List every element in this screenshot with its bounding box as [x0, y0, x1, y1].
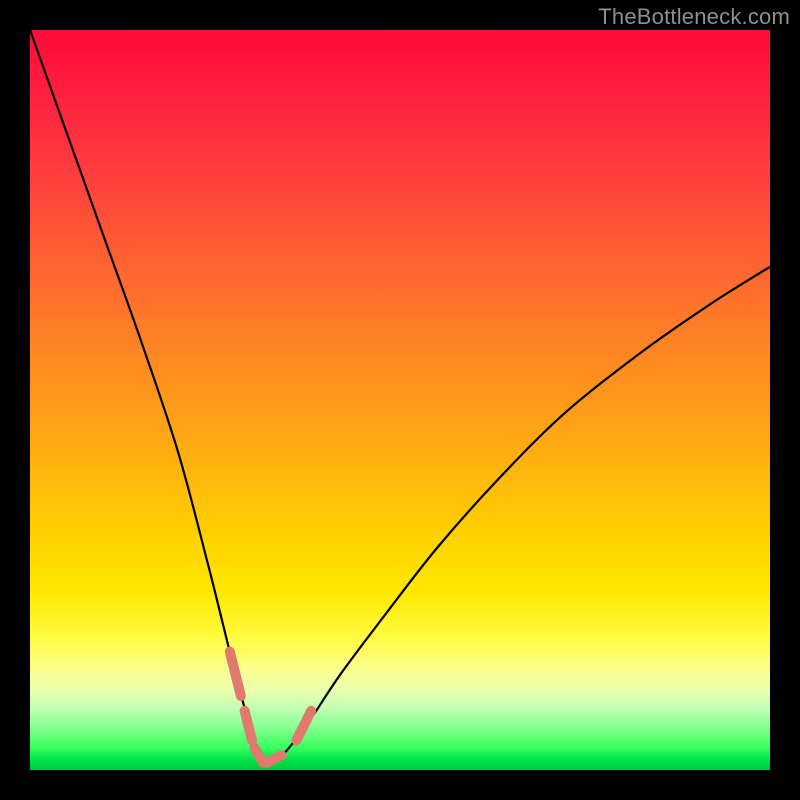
- watermark-text: TheBottleneck.com: [598, 4, 790, 30]
- plot-area: [30, 30, 770, 770]
- marker-segment: [296, 711, 311, 741]
- marker-segment: [267, 755, 282, 762]
- marker-segment: [230, 652, 241, 696]
- curve-svg: [30, 30, 770, 770]
- bottleneck-curve: [30, 30, 770, 764]
- marker-segment: [245, 711, 252, 741]
- chart-frame: TheBottleneck.com: [0, 0, 800, 800]
- marker-segment: [254, 748, 263, 763]
- curve-markers: [230, 652, 311, 763]
